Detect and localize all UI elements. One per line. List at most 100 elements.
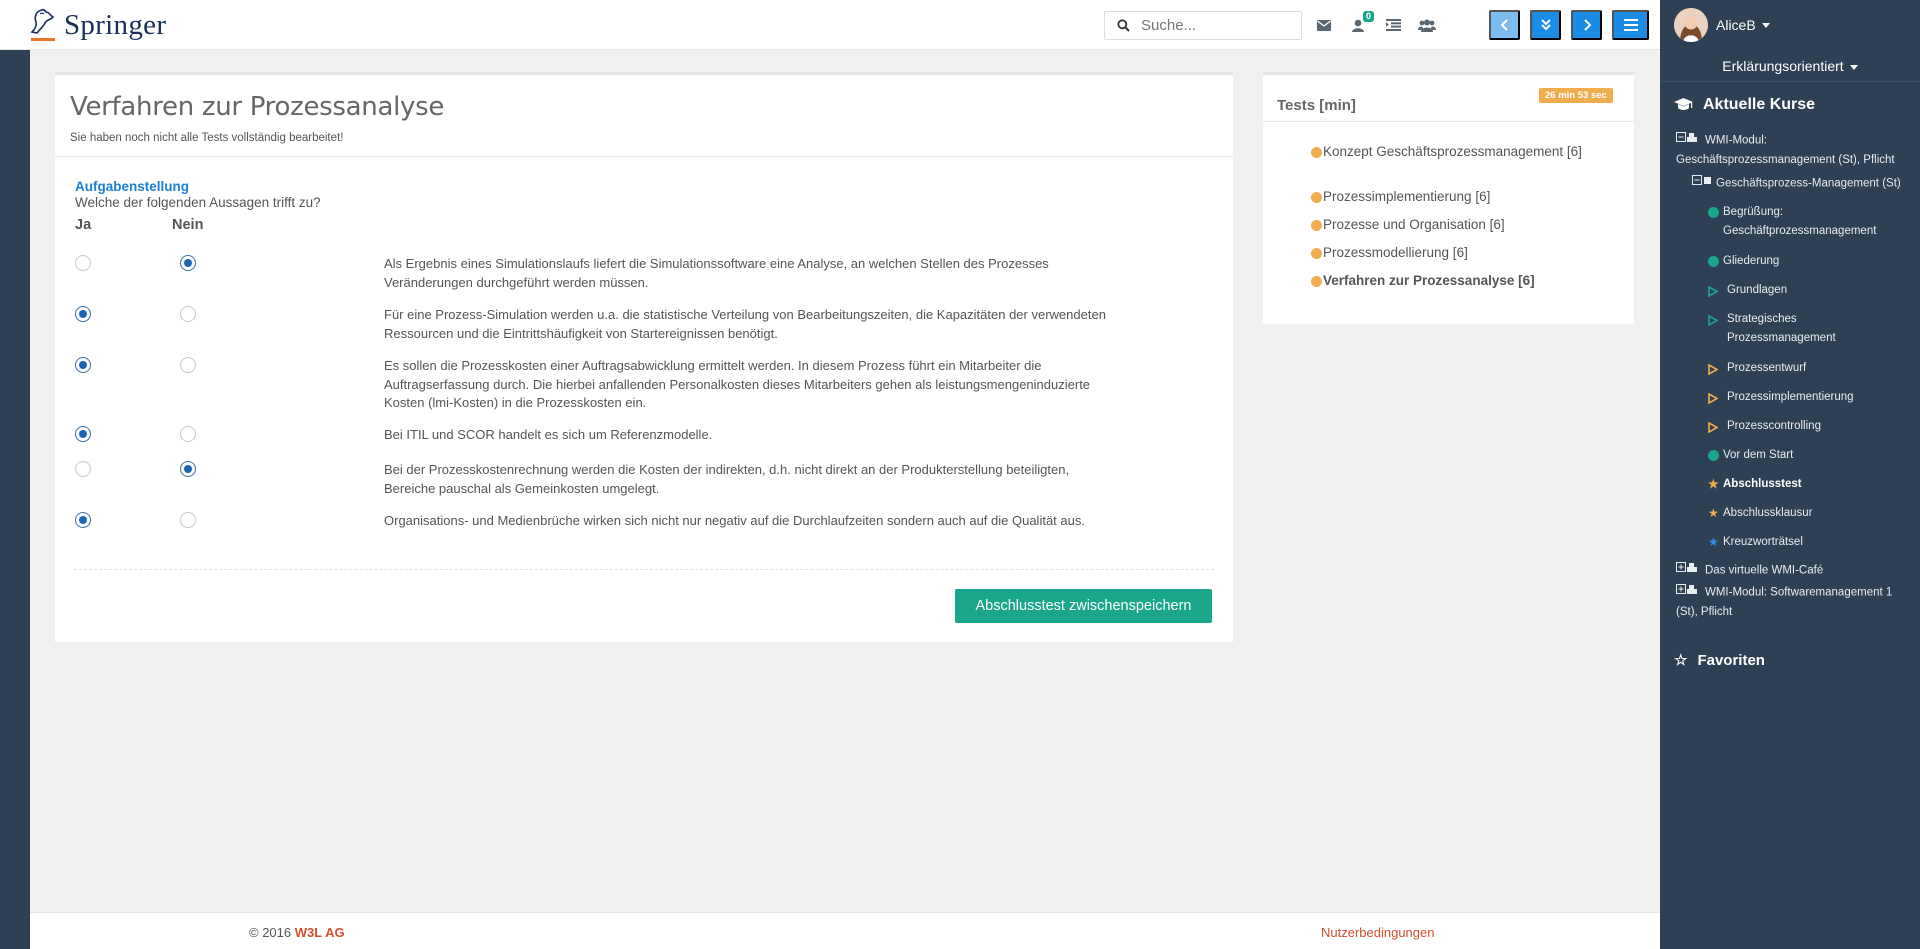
springer-horse-icon: [30, 8, 55, 41]
user-notification-icon[interactable]: 0: [1348, 11, 1374, 35]
tree-item-label: Das virtuelle WMI-Café: [1705, 564, 1824, 577]
test-item-label: Prozessmodellierung [6]: [1323, 245, 1468, 260]
test-item-label: Konzept Geschäftsprozessmanagement [6]: [1323, 144, 1582, 159]
tree-item[interactable]: Geschäftsprozess-Management (St): [1692, 174, 1916, 194]
terms-link[interactable]: Nutzerbedingungen: [1321, 925, 1434, 940]
answer-no-radio[interactable]: [180, 426, 196, 442]
company-link[interactable]: W3L AG: [295, 925, 345, 940]
collapse-cubes-icon: [1676, 131, 1701, 150]
test-card: Verfahren zur Prozessanalyse Sie haben n…: [55, 72, 1233, 642]
user-name: AliceB: [1716, 17, 1756, 33]
tree-item[interactable]: Prozesscontrolling: [1708, 417, 1908, 436]
question-text: Welche der folgenden Aussagen trifft zu?: [75, 195, 321, 210]
answer-yes-radio[interactable]: [75, 357, 91, 373]
answer-no-radio[interactable]: [180, 461, 196, 477]
test-item-current[interactable]: Verfahren zur Prozessanalyse [6]: [1311, 272, 1623, 290]
statement-text: Für eine Prozess-Simulation werden u.a. …: [384, 307, 1106, 341]
current-courses-header: Aktuelle Kurse: [1674, 96, 1815, 114]
expand-cubes-icon: [1676, 583, 1701, 602]
statement-text: Bei ITIL und SCOR handelt es sich um Ref…: [384, 427, 713, 442]
notification-badge: 0: [1362, 11, 1374, 22]
tree-item[interactable]: Prozessimplementierung: [1708, 388, 1908, 407]
answer-yes-radio[interactable]: [75, 255, 91, 271]
top-navbar: Springer 0: [0, 0, 1660, 50]
answer-yes-radio[interactable]: [75, 306, 91, 322]
tree-item-label: Prozesscontrolling: [1727, 420, 1821, 432]
tree-item[interactable]: Vor dem Start: [1708, 446, 1908, 465]
footer: © 2016 W3L AG Nutzerbedingungen: [30, 912, 1660, 949]
dashed-divider: [74, 569, 1214, 570]
hamburger-icon: [1623, 19, 1638, 31]
green-play-outline-icon: [1708, 314, 1719, 333]
orange-play-outline-icon: [1708, 363, 1719, 382]
statement-text: Es sollen die Prozesskosten einer Auftra…: [384, 358, 1091, 410]
test-item[interactable]: Konzept Geschäftsprozessmanagement [6]: [1311, 143, 1623, 161]
answer-no-radio[interactable]: [180, 357, 196, 373]
expand-cubes-icon: [1676, 561, 1701, 580]
tree-item[interactable]: Grundlagen: [1708, 281, 1898, 300]
expand-down-button[interactable]: [1530, 10, 1561, 40]
test-item[interactable]: Prozessmodellierung [6]: [1311, 244, 1623, 262]
answer-no-radio[interactable]: [180, 512, 196, 528]
tree-item[interactable]: Prozessentwurf: [1708, 359, 1898, 378]
test-item-label: Prozessimplementierung [6]: [1323, 189, 1491, 204]
springer-logo[interactable]: Springer: [28, 6, 166, 44]
tree-item[interactable]: ★ Abschlussklausur: [1708, 504, 1908, 523]
tree-item-label: Strategisches Prozessmanagement: [1727, 313, 1836, 344]
left-edge-strip: [0, 50, 30, 949]
envelope-icon[interactable]: [1313, 15, 1335, 35]
previous-button[interactable]: [1489, 10, 1520, 40]
tree-item-active[interactable]: ★ Abschlusstest: [1708, 475, 1908, 494]
copyright-text: © 2016: [249, 925, 292, 940]
tree-item[interactable]: Das virtuelle WMI-Café: [1676, 561, 1912, 581]
mode-label: Erklärungsorientiert: [1722, 58, 1844, 74]
collapse-cube-icon: [1692, 174, 1712, 193]
answer-no-radio[interactable]: [180, 255, 196, 271]
tree-item-label: Abschlussklausur: [1723, 507, 1813, 519]
status-dot-icon: [1311, 248, 1322, 259]
tree-item[interactable]: WMI-Modul: Geschäftsprozessmanagement (S…: [1676, 131, 1912, 170]
tree-item-label: Gliederung: [1723, 255, 1780, 267]
right-sidebar: AliceB Erklärungsorientiert Aktuelle Kur…: [1660, 0, 1920, 949]
test-item-label: Verfahren zur Prozessanalyse [6]: [1323, 273, 1535, 288]
answer-yes-radio[interactable]: [75, 426, 91, 442]
tree-item-label: WMI-Modul: Softwaremanagement 1 (St), Pf…: [1676, 586, 1893, 618]
tree-item[interactable]: WMI-Modul: Softwaremanagement 1 (St), Pf…: [1676, 583, 1912, 622]
test-item[interactable]: Prozesse und Organisation [6]: [1311, 216, 1623, 234]
menu-button[interactable]: [1612, 10, 1649, 40]
mode-selector[interactable]: Erklärungsorientiert: [1660, 50, 1920, 82]
green-dot-icon: [1708, 450, 1719, 461]
tree-item-label: Begrüßung: Geschäftprozessmanagement: [1723, 206, 1877, 237]
answer-yes-radio[interactable]: [75, 461, 91, 477]
timer-badge: 26 min 53 sec: [1539, 88, 1613, 103]
answer-no-radio[interactable]: [180, 306, 196, 322]
test-item-label: Prozesse und Organisation [6]: [1323, 217, 1505, 232]
favorites-header[interactable]: ☆ Favoriten: [1674, 652, 1765, 669]
tests-panel-title: Tests [min]: [1277, 97, 1356, 114]
tree-item[interactable]: ★ Kreuzworträtsel: [1708, 533, 1908, 552]
user-menu[interactable]: AliceB: [1674, 8, 1770, 42]
tree-item[interactable]: Begrüßung: Geschäftprozessmanagement: [1708, 203, 1893, 241]
answer-yes-radio[interactable]: [75, 512, 91, 528]
tree-item-label: Vor dem Start: [1723, 449, 1794, 461]
save-test-button[interactable]: Abschlusstest zwischenspeichern: [955, 589, 1212, 623]
search-icon: [1105, 19, 1141, 32]
tree-item-label: Geschäftsprozess-Management (St): [1716, 177, 1901, 190]
tree-item-label: Prozessentwurf: [1727, 362, 1807, 374]
search-box[interactable]: [1104, 11, 1302, 40]
list-indent-icon[interactable]: [1382, 15, 1404, 35]
tree-item[interactable]: Strategisches Prozessmanagement: [1708, 310, 1868, 348]
tree-item[interactable]: Gliederung: [1708, 252, 1898, 271]
green-play-outline-icon: [1708, 285, 1719, 304]
next-button[interactable]: [1571, 10, 1602, 40]
divider: [1263, 121, 1634, 122]
search-input[interactable]: [1141, 17, 1291, 34]
test-item[interactable]: Prozessimplementierung [6]: [1311, 188, 1623, 206]
orange-play-outline-icon: [1708, 392, 1719, 411]
orange-play-outline-icon: [1708, 421, 1719, 440]
group-icon[interactable]: [1416, 15, 1438, 35]
column-yes-header: Ja: [75, 217, 92, 233]
green-dot-icon: [1708, 256, 1719, 267]
avatar: [1674, 8, 1708, 42]
favorites-title: Favoriten: [1697, 652, 1765, 669]
